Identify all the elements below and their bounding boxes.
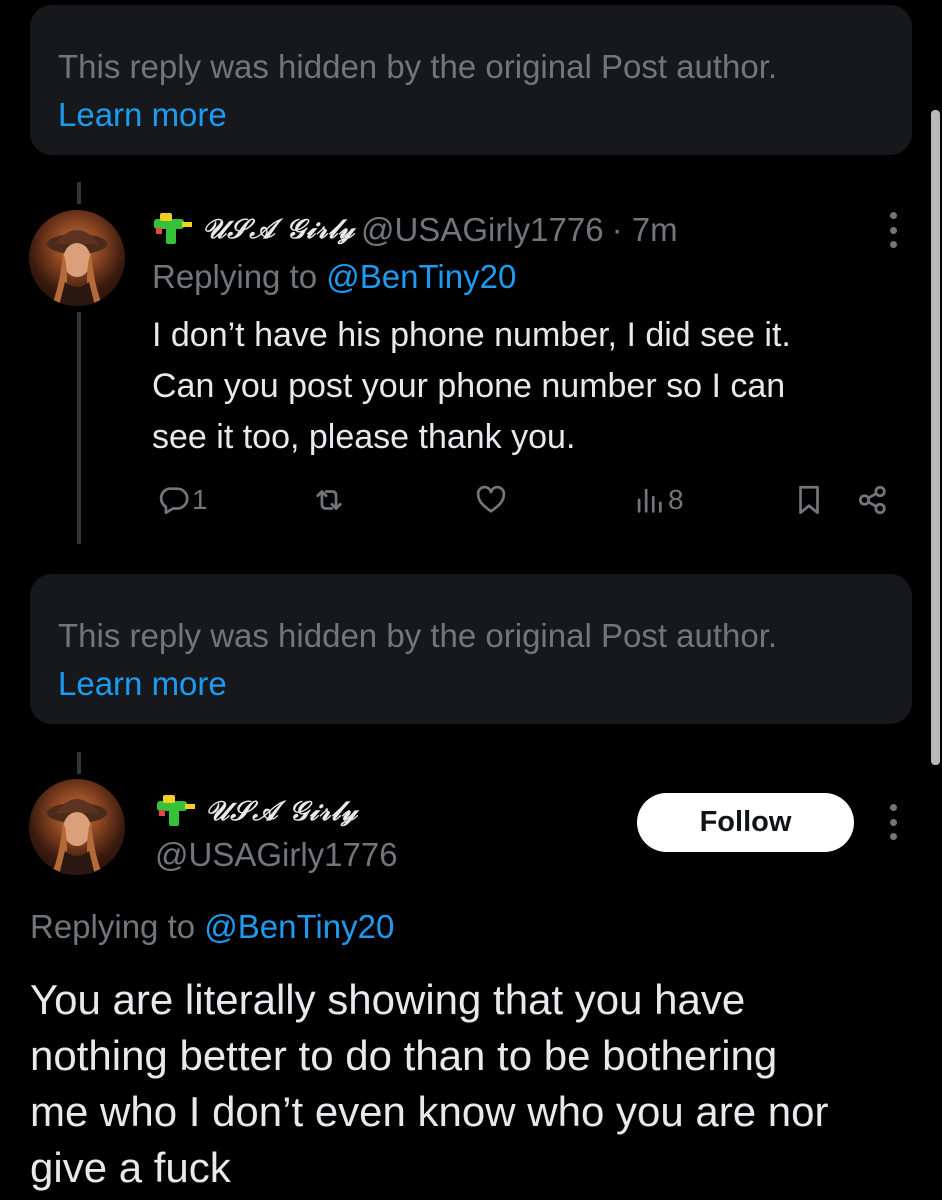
thread-line-top bbox=[77, 752, 81, 774]
post-text-line: me who I don’t even know who you are nor bbox=[30, 1088, 829, 1135]
display-name[interactable]: 𝒰𝒮𝒜 𝒢𝒾𝓇𝓁𝓎 bbox=[205, 796, 358, 828]
reply-count: 1 bbox=[192, 484, 208, 515]
water-gun-icon bbox=[157, 795, 195, 826]
reply-text-line: Can you post your phone number so I can bbox=[152, 367, 786, 405]
post-text-line: You are literally showing that you have bbox=[30, 976, 746, 1023]
avatar[interactable] bbox=[29, 779, 125, 875]
views-icon bbox=[637, 488, 662, 513]
learn-more-link[interactable]: Learn more bbox=[58, 660, 884, 708]
share-button[interactable] bbox=[856, 478, 890, 522]
post-text-line: give a fuck bbox=[30, 1144, 231, 1191]
handle[interactable]: @USAGirly1776 bbox=[361, 211, 604, 249]
replying-to-mention[interactable]: @BenTiny20 bbox=[326, 258, 516, 295]
avatar[interactable] bbox=[29, 210, 125, 306]
more-icon[interactable] bbox=[886, 212, 900, 248]
reply-text-line: see it too, please thank you. bbox=[152, 418, 576, 456]
hidden-reply-notice: This reply was hidden by the original Po… bbox=[30, 574, 912, 724]
bookmark-icon bbox=[799, 485, 819, 515]
thread-line bbox=[77, 312, 81, 544]
water-gun-icon bbox=[154, 213, 192, 244]
views-button[interactable]: 8 bbox=[632, 478, 684, 522]
like-button[interactable] bbox=[474, 478, 508, 522]
reply-icon bbox=[159, 487, 189, 515]
more-icon[interactable] bbox=[886, 804, 900, 840]
post-text-line: nothing better to do than to be botherin… bbox=[30, 1032, 778, 1079]
scrollbar[interactable] bbox=[931, 110, 940, 765]
replying-to-mention[interactable]: @BenTiny20 bbox=[204, 908, 394, 945]
post-name-row: 𝒰𝒮𝒜 𝒢𝒾𝓇𝓁𝓎 bbox=[155, 790, 364, 834]
handle[interactable]: @USAGirly1776 bbox=[155, 836, 398, 874]
like-icon bbox=[476, 485, 506, 513]
learn-more-link[interactable]: Learn more bbox=[58, 91, 884, 139]
share-icon bbox=[858, 485, 886, 515]
hidden-notice-text: This reply was hidden by the original Po… bbox=[58, 617, 778, 654]
hidden-reply-notice: This reply was hidden by the original Po… bbox=[30, 5, 912, 155]
bookmark-button[interactable] bbox=[792, 478, 826, 522]
replying-to: Replying to @BenTiny20 bbox=[152, 258, 517, 295]
reply-text: I don’t have his phone number, I did see… bbox=[152, 310, 791, 463]
reply-button[interactable]: 1 bbox=[156, 478, 208, 522]
reply-text-line: I don’t have his phone number, I did see… bbox=[152, 316, 791, 354]
reply-name-row: 𝒰𝒮𝒜 𝒢𝒾𝓇𝓁𝓎 @USAGirly1776 · 7m bbox=[152, 208, 678, 252]
retweet-icon bbox=[316, 490, 342, 510]
thread-line-top bbox=[77, 182, 81, 204]
timestamp[interactable]: · 7m bbox=[612, 211, 678, 249]
display-name[interactable]: 𝒰𝒮𝒜 𝒢𝒾𝓇𝓁𝓎 bbox=[202, 214, 355, 246]
retweet-button[interactable] bbox=[312, 478, 346, 522]
action-bar: 1 8 bbox=[152, 478, 897, 522]
replying-to: Replying to @BenTiny20 bbox=[30, 908, 395, 945]
view-count: 8 bbox=[668, 484, 684, 515]
follow-button[interactable]: Follow bbox=[637, 793, 854, 852]
hidden-notice-text: This reply was hidden by the original Po… bbox=[58, 48, 778, 85]
post-text: You are literally showing that you have … bbox=[30, 972, 910, 1196]
